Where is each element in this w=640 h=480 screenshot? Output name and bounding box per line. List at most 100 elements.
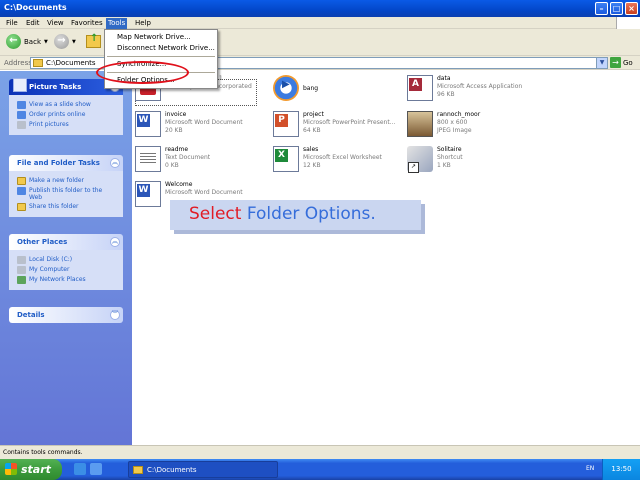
forward-button[interactable]: → ▼ — [54, 34, 76, 49]
menu-help[interactable]: Help — [135, 19, 151, 27]
task-label: Share this folder — [29, 203, 79, 210]
task-share-folder[interactable]: Share this folder — [17, 203, 117, 211]
file-name: Welcome — [165, 181, 193, 188]
task-label: Print pictures — [29, 121, 69, 128]
back-arrow-icon: ← — [6, 34, 21, 49]
file-item[interactable]: bang — [273, 75, 318, 101]
task-label: Make a new folder — [29, 177, 85, 184]
share-folder-icon — [17, 203, 26, 211]
menu-view[interactable]: View — [47, 19, 64, 27]
language-indicator[interactable]: EN — [586, 465, 594, 472]
file-name: project — [303, 111, 324, 118]
close-button[interactable]: × — [625, 2, 638, 15]
file-info: JPEG Image — [437, 127, 472, 134]
file-item[interactable]: readme Text Document 0 KB — [135, 146, 210, 172]
file-item[interactable]: Solitaire Shortcut 1 KB — [407, 146, 463, 173]
place-network[interactable]: My Network Places — [17, 276, 117, 284]
highlight-ring — [96, 61, 189, 84]
system-tray: 13:50 — [602, 459, 640, 480]
details-panel: Details ︾ — [9, 307, 123, 323]
instruction-highlight: Select — [189, 204, 242, 224]
task-publish-web[interactable]: Publish this folder to the Web — [17, 187, 117, 201]
up-folder-button[interactable] — [86, 33, 101, 48]
menu-favorites[interactable]: Favorites — [71, 19, 103, 27]
task-new-folder[interactable]: Make a new folder — [17, 177, 117, 185]
show-desktop-icon[interactable] — [90, 463, 102, 475]
address-value: C:\Documents — [46, 59, 96, 67]
task-slideshow[interactable]: View as a slide show — [17, 101, 117, 109]
file-item[interactable]: project Microsoft PowerPoint Present... … — [273, 111, 395, 137]
menu-edit[interactable]: Edit — [26, 19, 40, 27]
file-folder-tasks-title: File and Folder Tasks — [17, 159, 100, 167]
file-name: rannoch_moor — [437, 111, 481, 118]
file-item[interactable]: data Microsoft Access Application 96 KB — [407, 75, 522, 101]
menu-item-disconnect-network-drive[interactable]: Disconnect Network Drive... — [105, 43, 217, 54]
disk-icon — [17, 256, 26, 264]
picture-tasks-icon — [13, 78, 27, 92]
file-type: Microsoft Word Document — [165, 119, 243, 126]
task-label: Publish this folder to the Web — [29, 187, 103, 201]
maximize-button[interactable]: □ — [610, 2, 623, 15]
instruction-banner: Select Folder Options. — [170, 200, 421, 230]
menu-tools[interactable]: Tools — [106, 18, 128, 29]
window-title: C:\Documents — [4, 3, 67, 12]
place-label: My Computer — [29, 266, 70, 273]
title-bar[interactable]: C:\Documents – □ × — [0, 0, 640, 17]
file-item[interactable]: invoice Microsoft Word Document 20 KB — [135, 111, 243, 137]
file-info: 96 KB — [437, 91, 455, 98]
file-item[interactable]: sales Microsoft Excel Worksheet 12 KB — [273, 146, 382, 172]
file-info: 20 KB — [165, 127, 183, 134]
back-button[interactable]: ← Back ▼ — [6, 34, 48, 49]
file-type: Microsoft Excel Worksheet — [303, 154, 382, 161]
task-order-prints[interactable]: Order prints online — [17, 111, 117, 119]
file-info: 0 KB — [165, 162, 179, 169]
file-info: 64 KB — [303, 127, 321, 134]
task-pane: Picture Tasks ︽ View as a slide show Ord… — [0, 71, 132, 445]
instruction-rest: Folder Options. — [241, 204, 376, 224]
address-dropdown-icon[interactable]: ▼ — [596, 58, 607, 68]
file-folder-tasks-panel: File and Folder Tasks ︽ Make a new folde… — [9, 155, 123, 217]
task-label: Order prints online — [29, 111, 86, 118]
taskbar-window-documents[interactable]: C:\Documents — [128, 461, 278, 478]
expand-chevron-icon[interactable]: ︾ — [110, 310, 120, 320]
image-icon — [407, 111, 433, 137]
menu-item-map-network-drive[interactable]: Map Network Drive... — [105, 32, 217, 43]
slideshow-icon — [17, 101, 26, 109]
file-name: invoice — [165, 111, 187, 118]
taskbar: start C:\Documents EN 13:50 — [0, 459, 640, 480]
ie-icon[interactable] — [74, 463, 86, 475]
chevron-down-icon[interactable]: ▼ — [72, 39, 76, 45]
other-places-header[interactable]: Other Places ︽ — [9, 234, 123, 250]
powerpoint-icon — [273, 111, 299, 137]
file-name: bang — [303, 85, 319, 92]
folder-icon — [33, 59, 43, 67]
menu-file[interactable]: File — [6, 19, 18, 27]
place-local-disk[interactable]: Local Disk (C:) — [17, 256, 117, 264]
start-button[interactable]: start — [0, 459, 62, 480]
forward-arrow-icon: → — [54, 34, 69, 49]
clock: 13:50 — [611, 465, 632, 473]
web-publish-icon — [17, 187, 26, 195]
windows-flag-icon — [5, 463, 17, 475]
excel-icon — [273, 146, 299, 172]
task-print-pictures[interactable]: Print pictures — [17, 121, 117, 129]
task-label: C:\Documents — [147, 465, 197, 474]
file-name: sales — [303, 146, 319, 153]
place-label: Local Disk (C:) — [29, 256, 73, 263]
collapse-chevron-icon[interactable]: ︽ — [110, 158, 120, 168]
place-my-computer[interactable]: My Computer — [17, 266, 117, 274]
go-label: Go — [623, 58, 633, 67]
file-folder-tasks-header[interactable]: File and Folder Tasks ︽ — [9, 155, 123, 171]
file-item[interactable]: rannoch_moor 800 x 600 JPEG Image — [407, 111, 480, 137]
menu-separator — [107, 56, 215, 57]
details-header[interactable]: Details ︾ — [9, 307, 123, 323]
minimize-button[interactable]: – — [595, 2, 608, 15]
toolbar: ← Back ▼ → ▼ — [0, 29, 640, 56]
collapse-chevron-icon[interactable]: ︽ — [110, 237, 120, 247]
new-folder-icon — [17, 177, 26, 185]
back-label: Back — [24, 37, 41, 46]
go-button[interactable]: → Go — [610, 57, 633, 68]
picture-tasks-title: Picture Tasks — [29, 83, 82, 91]
chevron-down-icon[interactable]: ▼ — [44, 39, 48, 45]
access-icon — [407, 75, 433, 101]
